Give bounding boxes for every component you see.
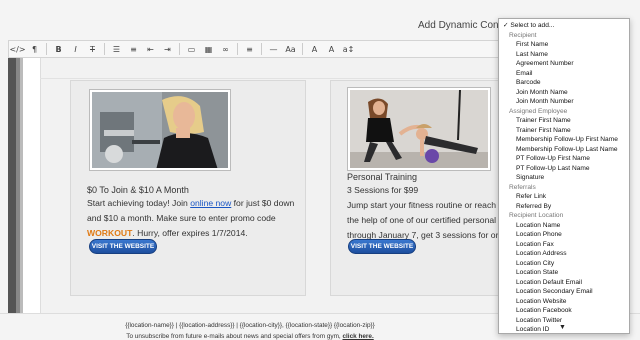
dropdown-option-pt-follow-up-first-name[interactable]: PT Follow-Up First Name — [499, 154, 629, 164]
trainer-photo-image — [92, 92, 228, 168]
toolbar-separator — [46, 43, 47, 55]
ordered-list-button[interactable]: ≡ — [125, 41, 142, 57]
dropdown-option-signature[interactable]: Signature — [499, 173, 629, 183]
promo-code: WORKOUT — [87, 228, 133, 238]
table-button[interactable]: ▦ — [200, 41, 217, 57]
font-size-button[interactable]: Aa — [282, 41, 299, 57]
font-color-button[interactable]: A — [306, 41, 323, 57]
unsubscribe-line: To unsubscribe from future e-mails about… — [0, 333, 500, 340]
editor-toolbar: </> ¶ B I T ☰ ≡ ⇤ ⇥ ▭ ▦ ∞ ≡ — Aa A Aa↕ — [8, 40, 508, 58]
offer-left-line2: and $10 a month. Make sure to enter prom… — [87, 213, 276, 223]
offer-left-line1-pre: Start achieving today! Join — [87, 198, 191, 208]
dropdown-option-refer-link[interactable]: Refer Link — [499, 192, 629, 202]
image-button[interactable]: ▭ — [183, 41, 200, 57]
format-button[interactable]: a↕ — [340, 41, 357, 57]
personal-training-photo — [347, 87, 491, 171]
dropdown-option-pt-follow-up-last-name[interactable]: PT Follow-Up Last Name — [499, 164, 629, 174]
offer-right-title: Personal Training — [347, 172, 418, 182]
dropdown-option-referred-by[interactable]: Referred By — [499, 202, 629, 212]
dynamic-content-dropdown[interactable]: ✓ Select to add... Recipient First Name La… — [498, 18, 630, 334]
background-color-button[interactable]: A — [323, 41, 340, 57]
indent-button[interactable]: ⇥ — [159, 41, 176, 57]
dropdown-option-location-secondary-email[interactable]: Location Secondary Email — [499, 287, 629, 297]
horizontal-rule-button[interactable]: — — [265, 41, 282, 57]
dropdown-option-location-name[interactable]: Location Name — [499, 221, 629, 231]
offer-left-line1-post: for just $0 down — [231, 198, 295, 208]
toolbar-separator — [104, 43, 105, 55]
scroll-down-arrow-icon[interactable]: ▼ — [559, 324, 566, 331]
merge-tags-line: {{location-name}} | {{location-address}}… — [125, 322, 375, 329]
toolbar-separator — [261, 43, 262, 55]
dropdown-option-location-phone[interactable]: Location Phone — [499, 230, 629, 240]
dropdown-group-recipient-location: Recipient Location — [509, 212, 564, 219]
dropdown-options: ✓ Select to add... Recipient First Name La… — [499, 21, 629, 333]
dropdown-selected-option[interactable]: ✓ Select to add... — [499, 21, 629, 31]
italic-button[interactable]: I — [67, 41, 84, 57]
dropdown-group-referrals: Referrals — [509, 183, 536, 191]
dropdown-option-membership-follow-up-last-name[interactable]: Membership Follow-Up Last Name — [499, 145, 629, 155]
dropdown-option-barcode[interactable]: Barcode — [499, 78, 629, 88]
dropdown-option-location-default-email[interactable]: Location Default Email — [499, 278, 629, 288]
paragraph-button[interactable]: ¶ — [26, 41, 43, 57]
offer-right-line2: Jump start your fitness routine or reach… — [347, 200, 504, 210]
dropdown-option-last-name[interactable]: Last Name — [499, 50, 629, 60]
dropdown-option-location-address[interactable]: Location Address — [499, 249, 629, 259]
editor-gutter-dark — [8, 58, 16, 313]
toolbar-separator — [237, 43, 238, 55]
dropdown-option-location-city[interactable]: Location City — [499, 259, 629, 269]
unordered-list-button[interactable]: ☰ — [108, 41, 125, 57]
dropdown-option-join-month-number[interactable]: Join Month Number — [499, 97, 629, 107]
outdent-button[interactable]: ⇤ — [142, 41, 159, 57]
guide-line — [40, 78, 508, 79]
bold-button[interactable]: B — [50, 41, 67, 57]
dropdown-option-location-facebook[interactable]: Location Facebook — [499, 306, 629, 316]
toolbar-separator — [179, 43, 180, 55]
offer-left-body: Start achieving today! Join online now f… — [87, 196, 294, 241]
offer-right-line1: 3 Sessions for $99 — [347, 185, 419, 195]
source-code-button[interactable]: </> — [9, 41, 26, 57]
dropdown-option-agreement-number[interactable]: Agreement Number — [499, 59, 629, 69]
dropdown-option-location-website[interactable]: Location Website — [499, 297, 629, 307]
toolbar-separator — [302, 43, 303, 55]
offer-right-body: 3 Sessions for $99 Jump start your fitne… — [347, 183, 503, 243]
dropdown-option-location-state[interactable]: Location State — [499, 268, 629, 278]
dropdown-option-location-fax[interactable]: Location Fax — [499, 240, 629, 250]
offer-left-line1: Start achieving today! Join online now f… — [87, 196, 294, 211]
dropdown-option-join-month-name[interactable]: Join Month Name — [499, 88, 629, 98]
offer-left-line3-post: . Hurry, offer expires 1/7/2014. — [132, 228, 248, 238]
dropdown-selected-label: Select to add... — [510, 22, 555, 29]
dropdown-option-trainer-first-name[interactable]: Trainer First Name — [499, 116, 629, 126]
strikethrough-button[interactable]: T — [84, 41, 101, 57]
align-button[interactable]: ≡ — [241, 41, 258, 57]
join-online-link[interactable]: online now — [190, 198, 231, 208]
offer-right-line3: the help of one of our certified persona… — [347, 215, 501, 225]
visit-website-button-right[interactable]: VISIT THE WEBSITE — [348, 239, 416, 254]
unsubscribe-text: To unsubscribe from future e-mails about… — [126, 333, 343, 340]
dropdown-option-trainer-first-name[interactable]: Trainer First Name — [499, 126, 629, 136]
dropdown-group-assigned-employee: Assigned Employee — [509, 107, 568, 115]
dropdown-group-recipient: Recipient — [509, 31, 537, 39]
trainer-photo — [89, 89, 231, 171]
dropdown-option-email[interactable]: Email — [499, 69, 629, 79]
visit-website-button-left[interactable]: VISIT THE WEBSITE — [89, 239, 157, 254]
offer-left-title: $0 To Join & $10 A Month — [87, 185, 189, 195]
dropdown-option-first-name[interactable]: First Name — [499, 40, 629, 50]
checkmark-icon: ✓ — [503, 22, 509, 29]
unsubscribe-link[interactable]: click here. — [342, 333, 373, 340]
dropdown-option-membership-follow-up-first-name[interactable]: Membership Follow-Up First Name — [499, 135, 629, 145]
personal-training-photo-image — [350, 90, 488, 168]
link-button[interactable]: ∞ — [217, 41, 234, 57]
editor-gutter-light — [20, 58, 23, 313]
